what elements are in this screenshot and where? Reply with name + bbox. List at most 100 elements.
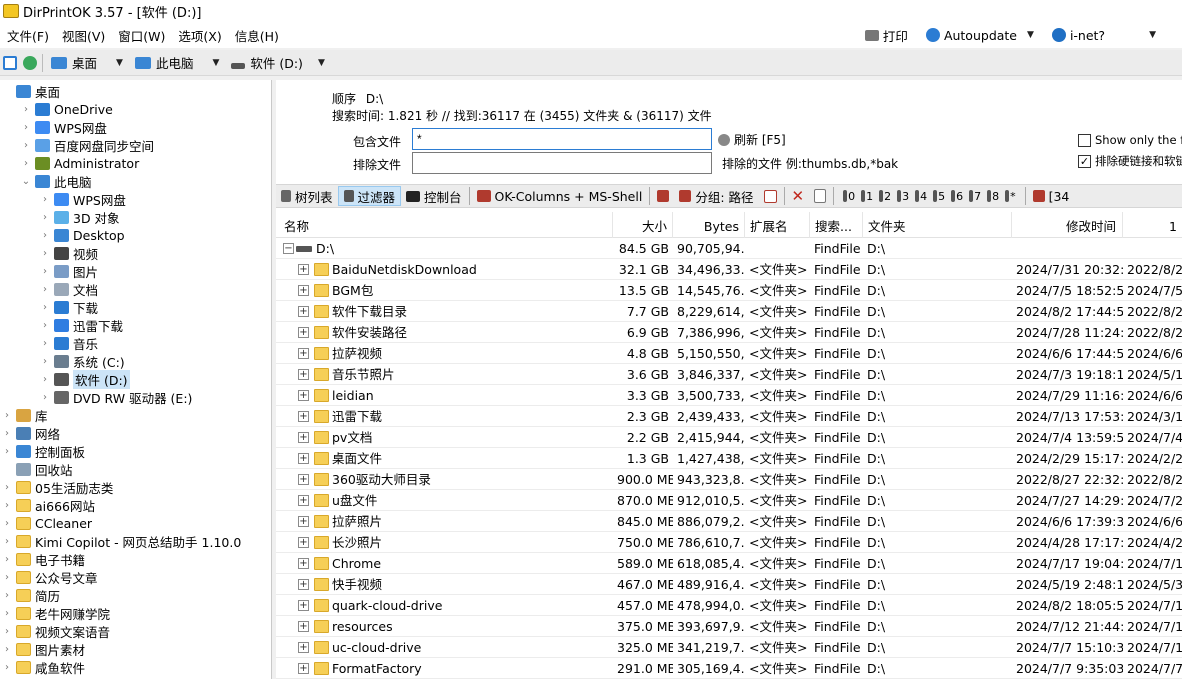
table-row[interactable]: + 软件安装路径 6.9 GB 7,386,996,... <文件夹> FindFile D… [276, 322, 1182, 343]
expand-icon[interactable]: − [283, 243, 294, 254]
exclude-links-checkbox[interactable]: ✓ 排除硬链接和软链 [1078, 153, 1182, 169]
tree-expander-icon[interactable]: › [2, 536, 12, 547]
tree-item[interactable]: › OneDrive [0, 100, 113, 118]
column-size[interactable]: 大小 [613, 212, 673, 238]
tree-expander-icon[interactable]: › [2, 626, 12, 637]
refresh-button[interactable]: 刷新 [F5] [718, 131, 786, 148]
table-row[interactable]: + quark-cloud-drive 457.0 MB 478,994,0... <文… [276, 595, 1182, 616]
tree-expander-icon[interactable]: › [2, 644, 12, 655]
tree-expander-icon[interactable]: › [2, 554, 12, 565]
level-2-button[interactable]: 2 [876, 190, 894, 203]
thispc-dropdown[interactable]: 此电脑 ▼ [129, 52, 225, 74]
column-created[interactable]: 1 [1123, 212, 1182, 238]
column-modified[interactable]: 修改时间 [1012, 212, 1123, 238]
tree-item[interactable]: › 图片素材 [0, 640, 85, 658]
tree-expander-icon[interactable]: › [40, 392, 50, 403]
menu-info[interactable]: 信息(H) [228, 26, 285, 45]
tree-expander-icon[interactable]: › [2, 446, 12, 457]
table-row[interactable]: +360驱动大师目录 900.0 MB 943,323,8... <文件夹> FindF… [276, 469, 1182, 490]
expand-icon[interactable]: + [298, 432, 309, 443]
menu-options[interactable]: 选项(X) [171, 26, 227, 45]
copy-button[interactable] [809, 186, 831, 206]
tree-expander-icon[interactable]: › [21, 122, 31, 133]
close-button[interactable]: ✕ [787, 186, 810, 206]
table-row[interactable]: + resources 375.0 MB 393,697,9... <文件夹> FindF… [276, 616, 1182, 637]
refresh-group-button[interactable] [759, 186, 782, 206]
tree-expander-icon[interactable]: › [21, 140, 31, 151]
up-folder-button[interactable] [20, 52, 40, 74]
tree-expander-icon[interactable]: › [2, 590, 12, 601]
table-row[interactable]: + 软件下载目录 7.7 GB 8,229,614,... <文件夹> FindFile D… [276, 301, 1182, 322]
tree-item[interactable]: › 图片 [0, 262, 98, 280]
table-row[interactable]: + FormatFactory 291.0 MB 305,169,4... <文件夹> F… [276, 658, 1182, 679]
expand-icon[interactable]: + [298, 264, 309, 275]
include-field[interactable] [412, 128, 712, 150]
expand-icon[interactable]: + [298, 600, 309, 611]
expand-icon[interactable]: + [298, 495, 309, 506]
table-row[interactable]: + u盘文件 870.0 MB 912,010,5... <文件夹> FindFile D:… [276, 490, 1182, 511]
tree-expander-icon[interactable]: › [40, 302, 50, 313]
level-1-button[interactable]: 1 [858, 190, 876, 203]
tree-item[interactable]: › 简历 [0, 586, 60, 604]
tree-item[interactable]: › DVD RW 驱动器 (E:) [0, 388, 192, 406]
tree-item[interactable]: › Administrator [0, 154, 139, 172]
level-5-button[interactable]: 5 [930, 190, 948, 203]
tree-expander-icon[interactable]: › [40, 374, 50, 385]
tree-view-toggle[interactable] [0, 52, 20, 74]
expand-icon[interactable]: + [298, 474, 309, 485]
console-button[interactable]: 控制台 [401, 186, 467, 206]
folder-tree[interactable]: 桌面 › OneDrive › WPS网盘 › 百度网盘同步空间 › Administrator… [0, 80, 272, 679]
group-button[interactable]: 分组: 路径 [674, 186, 758, 206]
tree-item[interactable]: › Kimi Copilot - 网页总结助手 1.10.0 [0, 532, 241, 550]
table-row[interactable]: + 桌面文件 1.3 GB 1,427,438,... <文件夹> FindFile D:\… [276, 448, 1182, 469]
tree-expander-icon[interactable]: ⌄ [21, 176, 31, 187]
tree-expander-icon[interactable]: › [40, 212, 50, 223]
tree-item[interactable]: › WPS网盘 [0, 190, 126, 208]
table-row[interactable]: + 迅雷下载 2.3 GB 2,439,433,... <文件夹> FindFile D:\… [276, 406, 1182, 427]
tree-item[interactable]: › 视频文案语音 [0, 622, 110, 640]
table-row[interactable]: + BGM包 13.5 GB 14,545,76... <文件夹> FindFile D:\… [276, 280, 1182, 301]
tree-expander-icon[interactable]: › [2, 608, 12, 619]
expand-icon[interactable]: + [298, 516, 309, 527]
tree-item[interactable]: › WPS网盘 [0, 118, 107, 136]
table-row[interactable]: + 快手视频 467.0 MB 489,916,4... <文件夹> FindFile D:… [276, 574, 1182, 595]
column-search[interactable]: 搜索... [810, 212, 863, 238]
exclude-field[interactable] [412, 152, 712, 174]
menu-window[interactable]: 窗口(W) [111, 26, 171, 45]
tree-expander-icon[interactable]: › [2, 410, 12, 421]
expand-icon[interactable]: + [298, 390, 309, 401]
tree-expander-icon[interactable]: › [2, 428, 12, 439]
tree-item[interactable]: › 音乐 [0, 334, 98, 352]
tree-item[interactable]: › 老牛网赚学院 [0, 604, 110, 622]
tree-item[interactable]: › 控制面板 [0, 442, 85, 460]
expand-icon[interactable]: + [298, 537, 309, 548]
tools-button[interactable] [652, 186, 674, 206]
filter-button[interactable]: 过滤器 [337, 186, 402, 206]
tree-expander-icon[interactable]: › [40, 338, 50, 349]
column-name[interactable]: 名称 [276, 212, 613, 238]
column-folder[interactable]: 文件夹 [863, 212, 1012, 238]
tree-expander-icon[interactable]: › [40, 266, 50, 277]
tree-expander-icon[interactable]: › [2, 500, 12, 511]
tree-expander-icon[interactable]: › [2, 572, 12, 583]
expand-icon[interactable]: + [298, 348, 309, 359]
column-extension[interactable]: 扩展名 [745, 212, 810, 238]
tree-item[interactable]: 桌面 [0, 82, 60, 100]
level-0-button[interactable]: 0 [840, 190, 858, 203]
table-row[interactable]: − D:\ 84.5 GB 90,705,94... FindFile D:\ [276, 238, 1182, 259]
level-8-button[interactable]: 8 [984, 190, 1002, 203]
tree-item[interactable]: › 软件 (D:) [0, 369, 130, 389]
expand-icon[interactable]: + [298, 327, 309, 338]
column-bytes[interactable]: Bytes [673, 212, 745, 238]
tree-item[interactable]: › CCleaner [0, 514, 92, 532]
desktop-dropdown[interactable]: 桌面 ▼ [45, 52, 129, 74]
table-row[interactable]: + 音乐节照片 3.6 GB 3,846,337,... <文件夹> FindFile D:… [276, 364, 1182, 385]
menu-view[interactable]: 视图(V) [55, 26, 111, 45]
autoupdate-button[interactable]: Autoupdate ▼ [920, 28, 1040, 43]
tree-item[interactable]: › 3D 对象 [0, 208, 120, 226]
tree-item[interactable]: › 系统 (C:) [0, 352, 125, 370]
tree-expander-icon[interactable]: › [40, 320, 50, 331]
expand-icon[interactable]: + [298, 621, 309, 632]
tree-item[interactable]: › 迅雷下载 [0, 316, 123, 334]
tree-item[interactable]: › 网络 [0, 424, 60, 442]
